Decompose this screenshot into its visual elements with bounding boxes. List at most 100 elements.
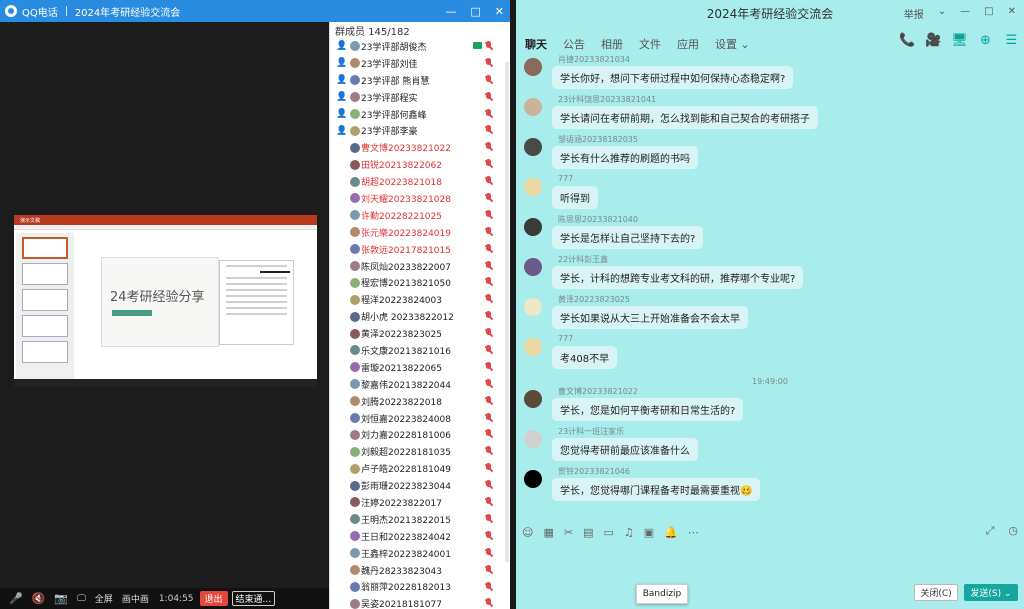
member-item[interactable]: 👤 23学评部 熊肖慧 <box>330 72 510 89</box>
close-button[interactable]: ✕ <box>495 5 504 18</box>
member-item[interactable]: 彭雨珊20223823044 <box>330 477 510 494</box>
sender-name[interactable]: 23计科一班汪家乐 <box>558 426 624 437</box>
sender-name[interactable]: 黄泽20223823025 <box>558 294 630 305</box>
camera-off-icon[interactable]: 📷 <box>54 592 68 605</box>
video-call-icon[interactable]: 🎥 <box>925 32 942 49</box>
maximize-button[interactable]: □ <box>470 5 480 18</box>
tab-apps[interactable]: 应用 <box>677 36 699 52</box>
sender-name[interactable]: 贺铃20233821046 <box>558 466 630 477</box>
pip-button[interactable]: 画中画 <box>122 592 149 605</box>
more-icon[interactable]: ☰ <box>1003 32 1020 49</box>
image-icon[interactable]: ▤ <box>583 526 593 539</box>
avatar[interactable] <box>524 138 542 156</box>
emoji-icon[interactable]: ☺ <box>522 526 533 539</box>
shared-screen[interactable]: 演示文稿 24考研经验分享 <box>14 215 317 387</box>
folder-icon[interactable]: ▭ <box>604 526 614 539</box>
avatar[interactable] <box>524 430 542 448</box>
message-bubble[interactable]: 学长，您觉得哪门课程备考时最需要重视🥴 <box>552 478 761 501</box>
member-item[interactable]: 吴姿20218181077 <box>330 595 510 609</box>
avatar[interactable] <box>524 218 542 236</box>
message-input[interactable] <box>516 545 1024 583</box>
minimize-button[interactable]: — <box>960 6 970 21</box>
maximize-button[interactable]: □ <box>984 6 993 21</box>
member-item[interactable]: 👤 23学评部胡俊杰 <box>330 38 510 55</box>
member-item[interactable]: 胡小虎 20233822012 <box>330 308 510 325</box>
mic-muted-icon[interactable]: 🎤 <box>9 592 23 605</box>
member-item[interactable]: 刘力嘉20228181006 <box>330 426 510 443</box>
message-bubble[interactable]: 听得到 <box>552 186 598 209</box>
history-icon[interactable]: ◷ <box>1008 524 1018 538</box>
report-button[interactable]: 举报 <box>904 6 924 21</box>
close-chat-button[interactable]: 关闭(C) <box>914 584 958 601</box>
member-item[interactable]: 刘天耀20233821028 <box>330 190 510 207</box>
member-item[interactable]: 程宏博20213821050 <box>330 274 510 291</box>
more-tools-icon[interactable]: ⋯ <box>688 526 699 539</box>
add-icon[interactable]: ⊕ <box>977 32 994 49</box>
picture-icon[interactable]: ▣ <box>644 526 654 539</box>
close-button[interactable]: ✕ <box>1008 6 1016 21</box>
bell-icon[interactable]: 🔔 <box>664 526 678 539</box>
phone-call-icon[interactable]: 📞 <box>899 32 916 49</box>
sender-name[interactable]: 邹语涵20238182035 <box>558 134 638 145</box>
exit-button[interactable]: 退出 <box>199 591 228 606</box>
message-bubble[interactable]: 学长如果说从大三上开始准备会不会太早 <box>552 306 748 329</box>
member-item[interactable]: 胡超20223821018 <box>330 173 510 190</box>
music-icon[interactable]: ♫ <box>624 526 634 539</box>
message-bubble[interactable]: 学长你好，想问下考研过程中如何保持心态稳定啊? <box>552 66 794 89</box>
sender-name[interactable]: 肖捷20233821034 <box>558 54 630 65</box>
member-item[interactable]: 王鑫梓20223824001 <box>330 545 510 562</box>
fullscreen-button[interactable]: 全屏 <box>95 592 113 605</box>
tab-album[interactable]: 相册 <box>601 36 623 52</box>
member-item[interactable]: 👤 23学评部程实 <box>330 89 510 106</box>
member-item[interactable]: 王日和20223824042 <box>330 528 510 545</box>
member-item[interactable]: 刘腾20223822018 <box>330 393 510 410</box>
screen-share-icon[interactable]: 🖵 <box>77 594 86 604</box>
video-area[interactable]: 演示文稿 24考研经验分享 <box>0 22 329 588</box>
avatar[interactable] <box>524 58 542 76</box>
sender-name[interactable]: 陈思思20233821040 <box>558 214 638 225</box>
member-item[interactable]: 刘毅超20228181035 <box>330 443 510 460</box>
scissors-icon[interactable]: ✂ <box>564 526 573 539</box>
tab-files[interactable]: 文件 <box>639 36 661 52</box>
avatar[interactable] <box>524 338 542 356</box>
member-item[interactable]: 卢子皓20228181049 <box>330 460 510 477</box>
sender-name[interactable]: 22计科彭王鑫 <box>558 254 608 265</box>
avatar[interactable] <box>524 98 542 116</box>
message-bubble[interactable]: 您觉得考研前最应该准备什么 <box>552 438 698 461</box>
message-bubble[interactable]: 学长请问在考研前期，怎么找到能和自己契合的考研搭子 <box>552 106 818 129</box>
tab-settings[interactable]: 设置 ⌄ <box>715 36 750 52</box>
message-bubble[interactable]: 学长是怎样让自己坚持下去的? <box>552 226 704 249</box>
end-call-button[interactable]: 结束通... <box>231 591 276 606</box>
minimize-button[interactable]: — <box>445 5 456 18</box>
avatar[interactable] <box>524 470 542 488</box>
avatar[interactable] <box>524 258 542 276</box>
send-button[interactable]: 发送(S) ⌄ <box>964 584 1018 601</box>
speaker-muted-icon[interactable]: 🔇 <box>32 592 46 605</box>
member-item[interactable]: 魏丹28233823043 <box>330 562 510 579</box>
share-screen-icon[interactable]: 🖥 <box>951 32 968 49</box>
member-item[interactable]: 许勤20228221025 <box>330 207 510 224</box>
avatar[interactable] <box>524 178 542 196</box>
member-item[interactable]: 黎嘉伟20213822044 <box>330 376 510 393</box>
message-bubble[interactable]: 学长，您是如何平衡考研和日常生活的? <box>552 398 744 421</box>
members-scrollbar[interactable] <box>505 62 509 562</box>
member-item[interactable]: 雷璇20213822065 <box>330 359 510 376</box>
member-item[interactable]: 田锐20213822062 <box>330 156 510 173</box>
avatar[interactable] <box>524 390 542 408</box>
member-item[interactable]: 张元樂20223824019 <box>330 224 510 241</box>
sender-name[interactable]: 777 <box>558 334 573 343</box>
gif-icon[interactable]: ▦ <box>543 526 553 539</box>
member-item[interactable]: 👤 23学评部李豪 <box>330 122 510 139</box>
member-item[interactable]: 翁丽萍20228182013 <box>330 579 510 596</box>
sender-name[interactable]: 曹文博20233821022 <box>558 386 638 397</box>
avatar[interactable] <box>524 298 542 316</box>
member-item[interactable]: 程洋20223824003 <box>330 291 510 308</box>
sender-name[interactable]: 777 <box>558 174 573 183</box>
member-item[interactable]: 👤 23学评部刘佳 <box>330 55 510 72</box>
message-bubble[interactable]: 考408不早 <box>552 346 618 369</box>
member-item[interactable]: 王明杰20213822015 <box>330 511 510 528</box>
member-item[interactable]: 曹文博20233821022 <box>330 139 510 156</box>
tab-announcement[interactable]: 公告 <box>563 36 585 52</box>
member-item[interactable]: 汪婷20223822017 <box>330 494 510 511</box>
dropdown-button[interactable]: ⌄ <box>938 6 946 21</box>
